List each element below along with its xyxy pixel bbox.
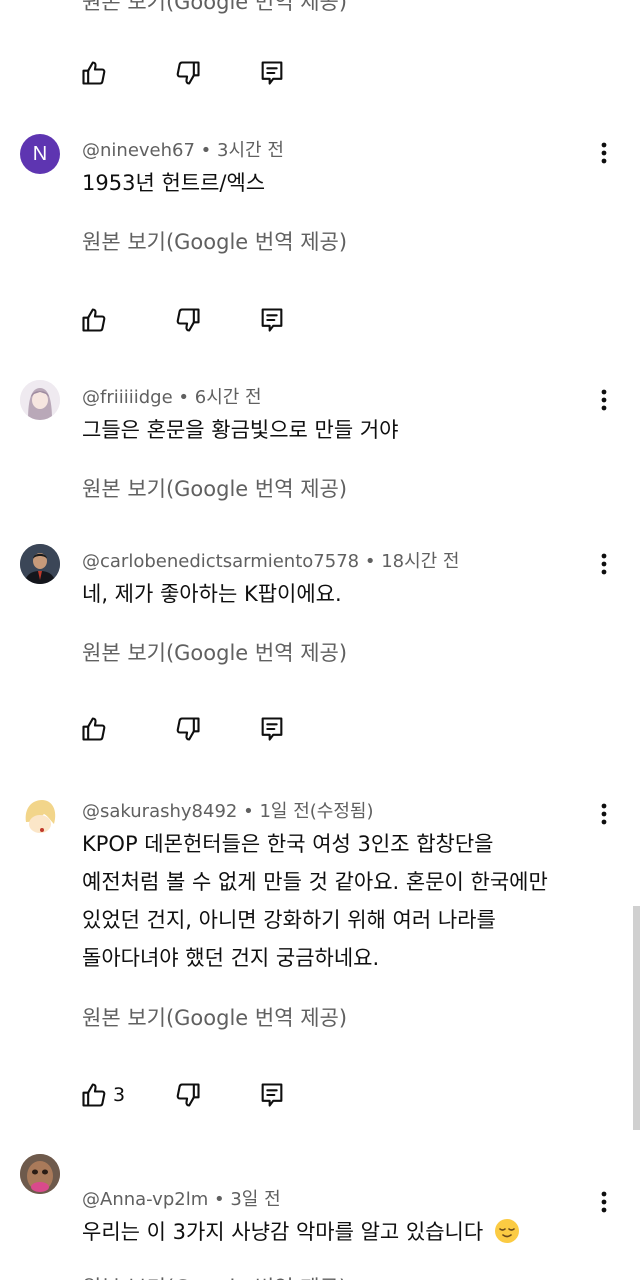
reply-button[interactable] <box>256 713 288 745</box>
comment-time: 3시간 전 <box>217 140 284 161</box>
comment-author[interactable]: @carlobenedictsarmiento7578 <box>82 551 359 572</box>
comment-author[interactable]: @sakurashy8492 <box>82 801 237 822</box>
thumbs-down-icon <box>176 717 200 741</box>
scrollbar-thumb[interactable] <box>633 906 640 1130</box>
thumbs-down-icon <box>176 1083 200 1107</box>
reply-button[interactable] <box>256 57 288 89</box>
comment-time: 3일 전 <box>230 1189 281 1210</box>
translate-link[interactable]: 원본 보기(Google 번역 제공) <box>82 226 347 256</box>
comment-text-line: 있었던 건지, 아니면 강화하기 위해 여러 나라를 <box>82 908 496 932</box>
like-button[interactable] <box>78 57 110 89</box>
reply-icon <box>261 1083 283 1107</box>
comment-time: 18시간 전 <box>381 551 460 572</box>
more-vert-icon <box>601 553 607 575</box>
like-button[interactable] <box>78 304 110 336</box>
translate-link[interactable]: 원본 보기(Google 번역 제공) <box>82 473 347 503</box>
avatar-image <box>20 1154 60 1194</box>
dislike-button[interactable] <box>172 713 204 745</box>
reply-button[interactable] <box>256 1079 288 1111</box>
thumbs-up-icon <box>82 1083 106 1107</box>
reply-icon <box>261 308 283 332</box>
thumbs-down-icon <box>176 308 200 332</box>
separator: • <box>178 387 190 408</box>
thumbs-up-icon <box>82 717 106 741</box>
more-vert-icon <box>601 803 607 825</box>
thumbs-down-icon <box>176 61 200 85</box>
comment-time: 1일 전(수정됨) <box>259 801 374 822</box>
translate-link[interactable]: 원본 보기(Google 번역 제공) <box>82 1272 347 1280</box>
like-button[interactable] <box>78 1079 110 1111</box>
separator: • <box>213 1189 225 1210</box>
comment-meta: @carlobenedictsarmiento7578 • 18시간 전 <box>82 547 460 573</box>
reply-icon <box>261 717 283 741</box>
more-vert-icon <box>601 1191 607 1213</box>
reply-button[interactable] <box>256 304 288 336</box>
comment-author[interactable]: @nineveh67 <box>82 140 195 161</box>
avatar-letter: N <box>32 142 48 165</box>
comment-text-line: 돌아다녀야 했던 건지 궁금하네요. <box>82 946 380 970</box>
thumbs-up-icon <box>82 61 106 85</box>
separator: • <box>200 140 212 161</box>
more-vert-icon <box>601 389 607 411</box>
reply-icon <box>261 61 283 85</box>
comment-text: 네, 제가 좋아하는 K팝이에요. <box>82 582 342 606</box>
separator: • <box>243 801 254 822</box>
dislike-button[interactable] <box>172 57 204 89</box>
comment-text: 그들은 혼문을 황금빛으로 만들 거야 <box>82 418 399 442</box>
avatar[interactable] <box>20 1154 60 1194</box>
comment-menu-button[interactable] <box>588 384 620 416</box>
comment-menu-button[interactable] <box>588 137 620 169</box>
relieved-face-emoji <box>494 1219 519 1243</box>
comment-author[interactable]: @Anna-vp2lm <box>82 1189 208 1210</box>
thumbs-up-icon <box>82 308 106 332</box>
more-vert-icon <box>601 142 607 164</box>
comment-menu-button[interactable] <box>588 1186 620 1218</box>
separator: • <box>364 551 376 572</box>
translate-link[interactable]: 원본 보기(Google 번역 제공) <box>82 0 347 16</box>
comment-time: 6시간 전 <box>194 387 262 408</box>
dislike-button[interactable] <box>172 304 204 336</box>
comment-menu-button[interactable] <box>588 798 620 830</box>
comment-meta: @Anna-vp2lm • 3일 전 <box>82 1185 281 1211</box>
avatar[interactable] <box>20 380 60 420</box>
avatar-image <box>20 380 60 420</box>
comment-text-line: KPOP 데몬헌터들은 한국 여성 3인조 합창단을 <box>82 832 494 856</box>
comment-meta: @friiiiidge • 6시간 전 <box>82 383 262 409</box>
comment-text: 1953년 헌트르/엑스 <box>82 171 266 195</box>
comment-text-content: 우리는 이 3가지 사냥감 악마를 알고 있습니다 <box>82 1220 484 1244</box>
like-count: 3 <box>113 1084 126 1106</box>
comment-text: 우리는 이 3가지 사냥감 악마를 알고 있습니다 <box>82 1213 520 1251</box>
avatar[interactable]: N <box>20 134 60 174</box>
translate-link[interactable]: 원본 보기(Google 번역 제공) <box>82 1002 347 1032</box>
avatar[interactable] <box>20 796 60 836</box>
dislike-button[interactable] <box>172 1079 204 1111</box>
comment-meta: @sakurashy8492 • 1일 전(수정됨) <box>82 797 374 823</box>
comment-meta: @nineveh67 • 3시간 전 <box>82 136 284 162</box>
avatar-image <box>20 544 60 584</box>
comment-text-line: 예전처럼 볼 수 없게 만들 것 같아요. 혼문이 한국에만 <box>82 870 548 894</box>
comment-author[interactable]: @friiiiidge <box>82 387 173 408</box>
avatar-image <box>20 796 60 836</box>
like-button[interactable] <box>78 713 110 745</box>
avatar[interactable] <box>20 544 60 584</box>
translate-link[interactable]: 원본 보기(Google 번역 제공) <box>82 637 347 667</box>
comment-menu-button[interactable] <box>588 548 620 580</box>
